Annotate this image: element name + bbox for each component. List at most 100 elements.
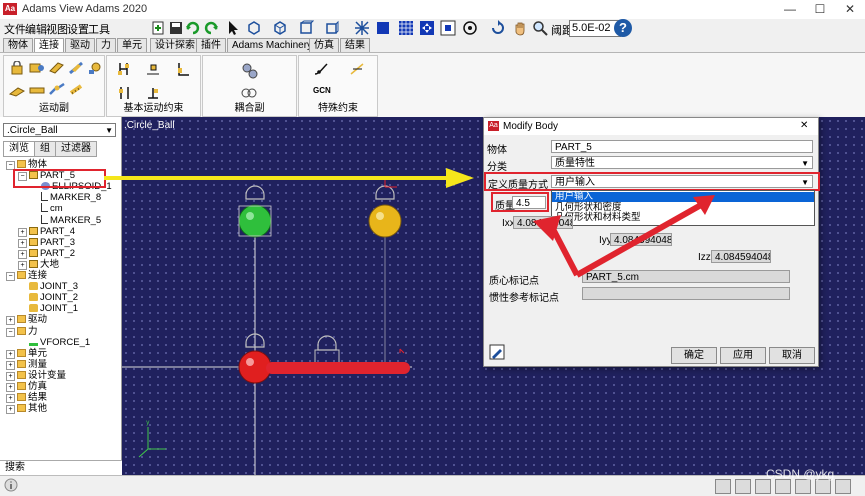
tab-design-exploration[interactable]: 设计探索: [150, 38, 200, 52]
status-icon-4[interactable]: [775, 479, 791, 494]
tab-motions[interactable]: 驱动: [65, 38, 95, 52]
tree-node[interactable]: + 大地: [18, 259, 59, 270]
tab-results[interactable]: 结果: [340, 38, 370, 52]
tab-connectors[interactable]: 连接: [34, 38, 64, 52]
zoom-icon[interactable]: [532, 20, 548, 36]
tab-forces[interactable]: 力: [96, 38, 116, 52]
rotate-icon[interactable]: [490, 20, 506, 36]
tab-elements[interactable]: 单元: [117, 38, 147, 52]
zoom-box-icon[interactable]: [440, 20, 456, 36]
view-iso-icon[interactable]: [246, 20, 262, 36]
tree-node[interactable]: + PART_3: [18, 237, 75, 248]
menu-settings[interactable]: 设置: [67, 21, 89, 37]
tree-node[interactable]: + 结果: [6, 392, 47, 404]
screw-joint-icon[interactable]: [69, 83, 85, 97]
inplane-constraint-icon[interactable]: [145, 62, 161, 76]
expand-icon[interactable]: +: [6, 383, 15, 392]
center-icon[interactable]: [462, 20, 478, 36]
parallel-axes-icon[interactable]: [117, 86, 133, 100]
tab-browse[interactable]: 浏览: [3, 141, 35, 157]
tree-node[interactable]: JOINT_3: [18, 281, 78, 292]
expand-icon[interactable]: +: [18, 249, 27, 259]
status-icon-6[interactable]: [815, 479, 831, 494]
view-top-icon[interactable]: [298, 20, 314, 36]
translational-joint-icon[interactable]: [49, 61, 65, 75]
status-info-icon[interactable]: [4, 478, 18, 492]
tree-node[interactable]: MARKER_5: [30, 214, 101, 226]
constant-velocity-icon[interactable]: [29, 83, 45, 97]
collapse-icon[interactable]: −: [6, 272, 15, 281]
expand-icon[interactable]: +: [18, 227, 27, 237]
inline-constraint-icon[interactable]: [117, 62, 133, 76]
collapse-icon[interactable]: −: [6, 327, 15, 337]
view-front-icon[interactable]: [272, 20, 288, 36]
tree-node[interactable]: + 驱动: [6, 314, 47, 326]
menu-view[interactable]: 视图: [46, 21, 68, 37]
expand-icon[interactable]: +: [18, 260, 27, 270]
point-curve-icon[interactable]: [349, 62, 365, 76]
fixed-joint-icon[interactable]: [9, 61, 25, 75]
tree-node[interactable]: − 连接: [6, 270, 47, 281]
minimize-button[interactable]: —: [775, 2, 805, 17]
model-combo[interactable]: .Circle_Ball ▼: [3, 123, 116, 137]
tree-node[interactable]: + 设计变量: [6, 370, 66, 381]
spherical-joint-icon[interactable]: [87, 61, 103, 75]
perpendicular-icon[interactable]: [145, 86, 161, 100]
shaded-icon[interactable]: [375, 20, 391, 36]
revolute-joint-icon[interactable]: [29, 61, 45, 75]
maximize-button[interactable]: ☐: [805, 2, 835, 17]
menu-file[interactable]: 文件: [4, 21, 26, 37]
redo-icon[interactable]: [203, 20, 219, 36]
gear-coupler-icon[interactable]: [241, 62, 259, 80]
tab-simulation[interactable]: 仿真: [309, 38, 339, 52]
orientation-constraint-icon[interactable]: [175, 62, 191, 76]
tree-node[interactable]: VFORCE_1: [18, 337, 90, 348]
undo-icon[interactable]: [185, 20, 201, 36]
help-icon[interactable]: ?: [614, 19, 632, 37]
new-icon[interactable]: [150, 20, 166, 36]
menu-edit[interactable]: 编辑: [25, 21, 47, 37]
view-side-icon[interactable]: [324, 20, 340, 36]
expand-icon[interactable]: +: [18, 238, 27, 248]
tab-filters[interactable]: 过滤器: [55, 141, 97, 157]
planar-joint-icon[interactable]: [9, 83, 25, 97]
menu-tools[interactable]: 工具: [88, 21, 110, 37]
curve-curve-icon[interactable]: [313, 62, 329, 76]
tree-node[interactable]: + 其他: [6, 403, 47, 415]
pan-hand-icon[interactable]: [512, 20, 528, 36]
tree-node[interactable]: + PART_4: [18, 226, 75, 237]
tab-adams-machinery[interactable]: Adams Machinery: [227, 38, 318, 52]
save-icon[interactable]: [168, 20, 184, 36]
expand-icon[interactable]: +: [6, 349, 15, 359]
tree-node[interactable]: + 测量: [6, 359, 47, 370]
expand-icon[interactable]: +: [6, 316, 15, 326]
tab-groups[interactable]: 组: [34, 141, 56, 157]
tab-plugins[interactable]: 插件: [196, 38, 226, 52]
tree-node[interactable]: JOINT_1: [18, 303, 78, 314]
search-label[interactable]: 搜索: [0, 460, 126, 475]
select-cursor-icon[interactable]: [225, 20, 241, 36]
status-icon-3[interactable]: [755, 479, 771, 494]
general-constraint-icon[interactable]: GCN: [313, 86, 331, 95]
expand-icon[interactable]: +: [6, 371, 15, 381]
fit-icon[interactable]: [419, 20, 435, 36]
expand-icon[interactable]: +: [6, 394, 15, 404]
tree-node[interactable]: MARKER_8: [30, 192, 101, 203]
hooke-joint-icon[interactable]: [49, 83, 65, 97]
status-icon-2[interactable]: [735, 479, 751, 494]
grid-toggle-icon[interactable]: [398, 20, 414, 36]
expand-icon[interactable]: +: [6, 360, 15, 370]
expand-icon[interactable]: +: [6, 405, 15, 415]
tree-node[interactable]: + PART_2: [18, 248, 75, 259]
tree-node[interactable]: cm: [30, 203, 63, 214]
cylindrical-joint-icon[interactable]: [69, 61, 85, 75]
coupler-icon[interactable]: [241, 86, 257, 100]
tree-node[interactable]: JOINT_2: [18, 292, 78, 303]
tab-body[interactable]: 物体: [3, 38, 33, 52]
tree-node[interactable]: − 力: [6, 326, 38, 337]
status-icon-1[interactable]: [715, 479, 731, 494]
status-icon-5[interactable]: [795, 479, 811, 494]
status-icon-7[interactable]: [835, 479, 851, 494]
tree-node[interactable]: + 单元: [6, 348, 47, 359]
wireframe-icon[interactable]: [354, 20, 370, 36]
